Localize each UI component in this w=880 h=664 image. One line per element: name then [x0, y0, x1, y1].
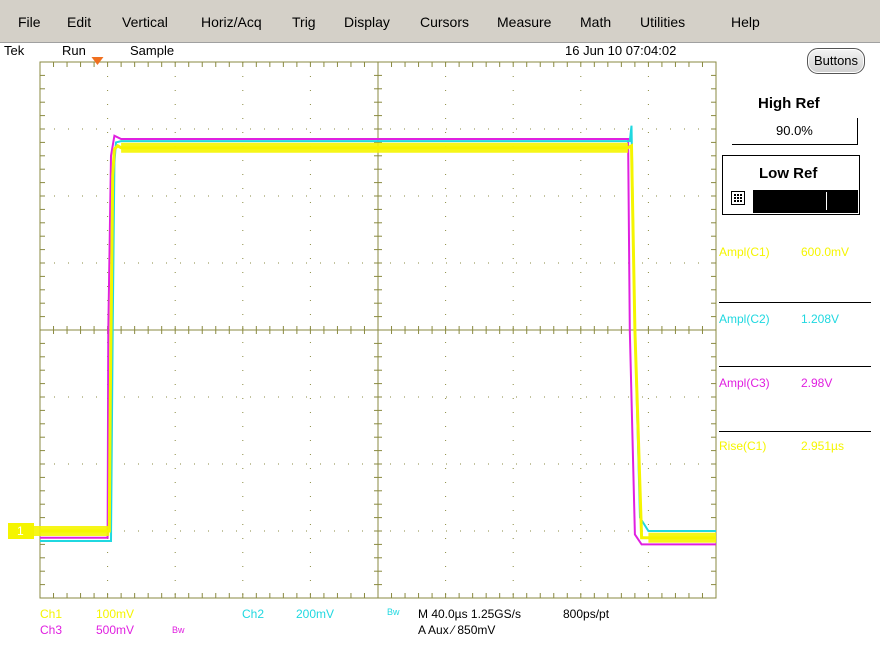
- ch2-bandwidth-badge: Bw: [387, 607, 400, 617]
- low-ref-input[interactable]: [753, 190, 858, 213]
- ch3-label[interactable]: Ch3: [40, 623, 62, 637]
- measurement-name: Ampl(C1): [719, 245, 770, 259]
- trace-ch1-noise-band: [121, 142, 629, 153]
- menu-utilities[interactable]: Utilities: [640, 14, 685, 30]
- channel-readout-bar: Ch1 100mV Ch2 200mV Bw M 40.0µs 1.25GS/s…: [0, 605, 880, 664]
- menu-cursors[interactable]: Cursors: [420, 14, 469, 30]
- ch2-label[interactable]: Ch2: [242, 607, 264, 621]
- menu-edit[interactable]: Edit: [67, 14, 91, 30]
- menu-bar: File Edit Vertical Horiz/Acq Trig Displa…: [0, 0, 880, 43]
- menu-horiz-acq[interactable]: Horiz/Acq: [201, 14, 262, 30]
- measurement-name: Ampl(C3): [719, 376, 770, 390]
- high-ref-value: 90.0%: [776, 123, 813, 138]
- record-resolution: 800ps/pt: [563, 607, 610, 621]
- menu-measure[interactable]: Measure: [497, 14, 551, 30]
- menu-display[interactable]: Display: [344, 14, 390, 30]
- menu-file[interactable]: File: [18, 14, 41, 30]
- ch1-reference-label: 1: [17, 524, 24, 538]
- low-ref-panel[interactable]: Low Ref: [722, 155, 860, 215]
- high-ref-field[interactable]: 90.0%: [732, 118, 858, 145]
- ch1-label[interactable]: Ch1: [40, 607, 62, 621]
- measurement-name: Ampl(C2): [719, 312, 770, 326]
- menu-vertical[interactable]: Vertical: [122, 14, 168, 30]
- keypad-icon[interactable]: [731, 191, 745, 205]
- buttons-button[interactable]: Buttons: [807, 48, 865, 74]
- ch1-scale[interactable]: 100mV: [96, 607, 134, 621]
- measurement-value: 600.0mV: [801, 245, 850, 259]
- trace-ch1-noise-band: [648, 532, 716, 543]
- menu-help[interactable]: Help: [731, 14, 760, 30]
- text-cursor: [826, 192, 827, 210]
- measurement-value: 1.208V: [801, 312, 840, 326]
- measurement-divider: [719, 366, 871, 367]
- measurement-value: 2.951µs: [801, 439, 844, 453]
- high-ref-title: High Ref: [758, 95, 820, 112]
- timebase-readout[interactable]: M 40.0µs 1.25GS/s: [418, 607, 521, 621]
- measurement-divider: [719, 302, 871, 303]
- menu-trig[interactable]: Trig: [292, 14, 316, 30]
- measurement-divider: [719, 431, 871, 432]
- menu-math[interactable]: Math: [580, 14, 611, 30]
- ch3-scale[interactable]: 500mV: [96, 623, 134, 637]
- low-ref-title: Low Ref: [759, 165, 818, 182]
- ch3-bandwidth-badge: Bw: [172, 625, 185, 635]
- trigger-readout[interactable]: A Aux ⁄ 850mV: [418, 623, 495, 637]
- measurement-name: Rise(C1): [719, 439, 767, 453]
- measurement-value: 2.98V: [801, 376, 833, 390]
- ch2-scale[interactable]: 200mV: [296, 607, 334, 621]
- waveform-display[interactable]: 1: [0, 42, 720, 612]
